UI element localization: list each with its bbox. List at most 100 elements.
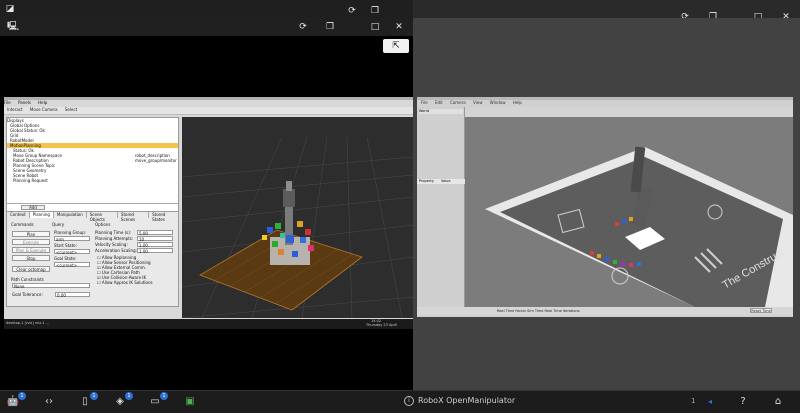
gmenu-file[interactable]: File <box>421 100 428 105</box>
close-icon[interactable]: ✕ <box>392 20 406 34</box>
world-tab[interactable]: World <box>419 109 463 114</box>
acceleration-scaling-input[interactable]: 1.00 <box>137 248 173 254</box>
planning-time-input[interactable]: 5.00 <box>137 230 173 236</box>
badge: 1 <box>18 392 26 400</box>
refresh-icon-small[interactable]: ⟳ <box>345 4 359 18</box>
computer-icon: 🖳 <box>6 22 19 32</box>
clear-octomap-button[interactable]: Clear octomap <box>12 266 50 272</box>
rviz-toolbar: Interact Move Camera Select <box>4 107 413 115</box>
maximize-icon[interactable]: □ <box>368 20 382 34</box>
goal-state-label: Goal State: <box>54 256 77 261</box>
start-state-label: Start State: <box>54 243 77 248</box>
gazebo-window: File Edit Camera View Window Help World … <box>417 97 793 317</box>
app-logo-icon: ◪ <box>5 4 15 14</box>
gmenu-view[interactable]: View <box>473 100 483 105</box>
goal-tolerance-label: Goal Tolerance: <box>12 292 43 297</box>
tab-stored-scenes[interactable]: Stored Scenes <box>118 212 150 222</box>
menu-panels[interactable]: Panels <box>18 100 31 105</box>
menu-help[interactable]: Help <box>38 100 47 105</box>
gazebo-bottom-bar: Real Time Factor Sim Time Real Time Iter… <box>417 307 793 315</box>
robot-icon[interactable]: 🤖 1 <box>6 392 26 409</box>
menu-file[interactable]: File <box>4 100 11 105</box>
tree-row[interactable]: Planning Request <box>7 178 178 183</box>
page-number: 1 <box>691 397 696 405</box>
gmenu-camera[interactable]: Camera <box>450 100 466 105</box>
sim-time-labels: Real Time Factor Sim Time Real Time Iter… <box>497 309 580 313</box>
prev-arrow-icon[interactable]: ◂ <box>703 395 717 409</box>
refresh-icon[interactable]: ⟳ <box>296 20 310 34</box>
terminal-icon[interactable]: ▣ <box>183 395 197 409</box>
goal-tolerance-input[interactable]: 0.00 <box>55 292 90 298</box>
rviz-window: File Panels Help Interact Move Camera Se… <box>4 97 413 323</box>
tool-select[interactable]: Select <box>65 107 77 112</box>
plan-button[interactable]: Plan <box>12 231 50 237</box>
code-icon[interactable]: ‹› <box>42 395 56 409</box>
left-window-titlebar: 🖳 ⟳ ❐ □ ✕ <box>0 18 413 36</box>
query-title: Query <box>52 222 65 227</box>
remote-taskbar-items[interactable]: desktop-1 [rviz] rviz-1 ... <box>6 321 49 325</box>
planning-attempts-label: Planning Attempts: <box>95 236 134 241</box>
planning-attempts-input[interactable]: 10 <box>137 236 173 242</box>
tab-scene-objects[interactable]: Scene Objects <box>87 212 118 222</box>
gmenu-help[interactable]: Help <box>513 100 522 105</box>
remote-clock-date: Thursday 23 April <box>366 323 397 327</box>
planning-group-select[interactable]: arm <box>54 236 90 242</box>
tool-interact[interactable]: Interact <box>7 107 23 112</box>
tab-planning[interactable]: Planning <box>29 212 54 218</box>
gmenu-edit[interactable]: Edit <box>435 100 443 105</box>
home-icon[interactable]: ⌂ <box>771 395 785 409</box>
tab-context[interactable]: Context <box>7 212 30 218</box>
path-constraints-select[interactable]: None <box>12 283 90 289</box>
tab-manipulation[interactable]: Manipulation <box>54 212 87 218</box>
gazebo-3d-view[interactable]: The Construct <box>465 117 793 307</box>
start-state-select[interactable]: <current> <box>54 249 90 255</box>
gazebo-menubar: File Edit Camera View Window Help <box>417 100 793 107</box>
planning-time-label: Planning Time (s): <box>95 230 132 235</box>
notebook-icon[interactable]: ▯ 1 <box>78 392 98 409</box>
options-title: Options <box>95 222 111 227</box>
gazebo-side-panel: World Property Value <box>417 107 465 312</box>
move-group-value: move_group/monitor <box>135 158 177 163</box>
velocity-scaling-input[interactable]: 1.00 <box>137 242 173 248</box>
desktop: ◪ ⟳ ❐ □ ✕ ⟳ ❐ 🖳 ⟳ ❐ □ ✕ ⇱ File Panels He… <box>0 0 800 413</box>
rviz-menubar: File Panels Help <box>4 100 413 107</box>
acceleration-scaling-label: Acceleration Scaling: <box>95 248 137 253</box>
goal-state-select[interactable]: <current> <box>54 262 90 268</box>
add-button[interactable]: Add <box>21 205 45 210</box>
monitor-icon[interactable]: ▭ 1 <box>148 392 168 409</box>
reset-time-button[interactable]: Reset Time <box>750 308 772 313</box>
commands-title: Commands <box>11 222 34 227</box>
gmenu-window[interactable]: Window <box>490 100 506 105</box>
cube-icon[interactable]: ◈ 1 <box>113 392 133 409</box>
rviz-3d-view[interactable] <box>182 117 413 318</box>
restore-icon-small[interactable]: ❐ <box>368 4 382 18</box>
check-approx-ik[interactable]: ☐ Allow Approx IK Solutions <box>97 280 153 285</box>
value-label: Value <box>440 179 451 183</box>
motion-planning-panel: Context Planning Manipulation Scene Obje… <box>6 211 179 307</box>
execute-button[interactable]: Execute <box>12 239 50 245</box>
tool-move-camera[interactable]: Move Camera <box>30 107 58 112</box>
planning-group-label: Planning Group: <box>54 230 87 235</box>
restore-icon[interactable]: ❐ <box>323 20 337 34</box>
gazebo-toolbar <box>465 107 793 117</box>
velocity-scaling-label: Velocity Scaling: <box>95 242 128 247</box>
info-icon[interactable]: i <box>404 396 414 406</box>
property-header: Property Value <box>417 179 465 184</box>
fullscreen-toggle-icon[interactable]: ⇱ <box>383 39 409 53</box>
taskbar: 🤖 1 ‹› ▯ 1 ◈ 1 ▭ 1 ▣ i RoboX OpenManipulator… <box>0 390 800 413</box>
help-icon[interactable]: ? <box>736 395 750 409</box>
plan-execute-button[interactable]: Plan & Execute <box>12 247 50 253</box>
badge: 1 <box>90 392 98 400</box>
badge: 1 <box>125 392 133 400</box>
badge: 1 <box>160 392 168 400</box>
right-titlebar: ⟳ ❐ □ ✕ <box>413 0 800 22</box>
path-constraints-label: Path Constraints <box>11 277 44 282</box>
tree-divider <box>7 203 178 204</box>
app-title: RoboX OpenManipulator <box>418 396 516 405</box>
check-label: Allow Approx IK Solutions <box>101 280 153 285</box>
stop-button[interactable]: Stop <box>12 255 50 261</box>
remote-taskbar: desktop-1 [rviz] rviz-1 ... 14:42 Thursd… <box>4 319 413 329</box>
tab-stored-states[interactable]: Stored States <box>149 212 178 222</box>
gazebo-scene-graphic: The Construct <box>485 146 793 307</box>
planning-tabs: Context Planning Manipulation Scene Obje… <box>7 212 178 222</box>
